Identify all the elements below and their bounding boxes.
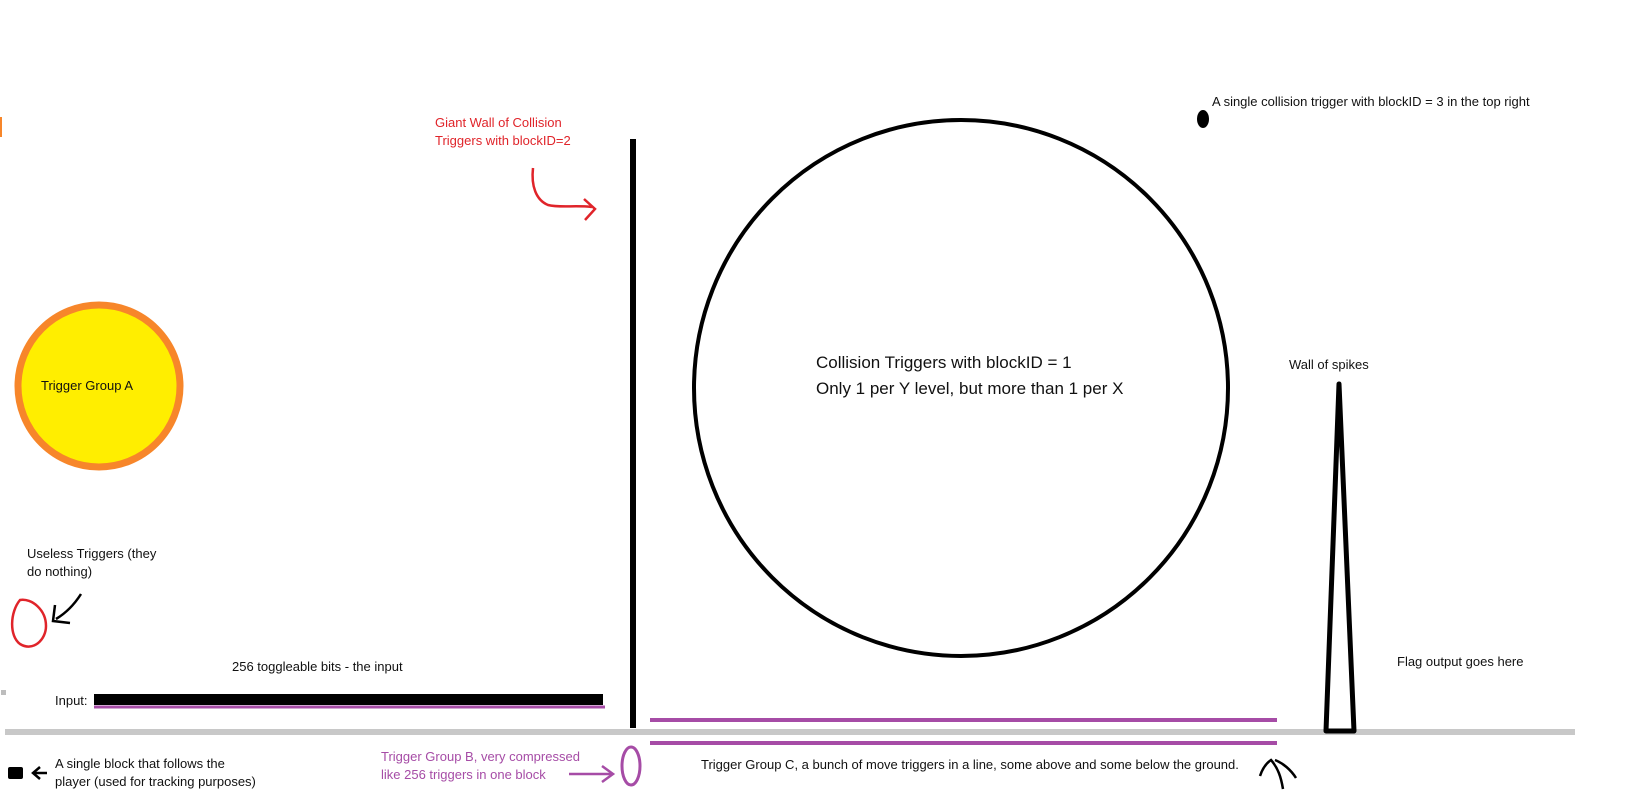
- group-c-hook-arrow: [1258, 758, 1285, 790]
- blockid-3-trigger-blob: [1197, 110, 1209, 128]
- circle-label-line-1: Collision Triggers with blockID = 1: [816, 353, 1072, 372]
- stray-dot: [1, 690, 6, 695]
- tracker-label-line-1: A single block that follows the: [55, 756, 225, 771]
- circle-label-line-2: Only 1 per Y level, but more than 1 per …: [816, 379, 1124, 398]
- flag-output-label: Flag output goes here: [1397, 654, 1524, 669]
- group-b-label-line-1: Trigger Group B, very compressed: [381, 749, 580, 764]
- spike-wall: [1323, 381, 1357, 734]
- wall-of-spikes-label: Wall of spikes: [1289, 357, 1369, 372]
- input-caption: 256 toggleable bits - the input: [232, 659, 403, 674]
- wall-title-line-2: Triggers with blockID=2: [435, 133, 571, 148]
- group-b-label-line-2: like 256 triggers in one block: [381, 767, 546, 782]
- top-right-trigger-label: A single collision trigger with blockID …: [1212, 94, 1530, 109]
- useless-triggers-loop: [10, 598, 48, 648]
- tracker-label-line-2: player (used for tracking purposes): [55, 774, 256, 789]
- useless-arrow: [55, 593, 83, 621]
- trigger-group-b-oval: [620, 745, 642, 787]
- useless-triggers-line-1: Useless Triggers (they: [27, 546, 157, 561]
- wall-title-line-1: Giant Wall of Collision: [435, 115, 562, 130]
- tracking-block: [8, 767, 23, 779]
- input-bits-bar: [94, 694, 603, 705]
- input-label: Input:: [55, 693, 88, 708]
- red-arrow-to-wall: [531, 167, 593, 209]
- group-c-label: Trigger Group C, a bunch of move trigger…: [701, 757, 1239, 772]
- red-arrow-head: [583, 198, 597, 221]
- trigger-group-a-label: Trigger Group A: [41, 378, 134, 393]
- useless-triggers-line-2: do nothing): [27, 564, 93, 579]
